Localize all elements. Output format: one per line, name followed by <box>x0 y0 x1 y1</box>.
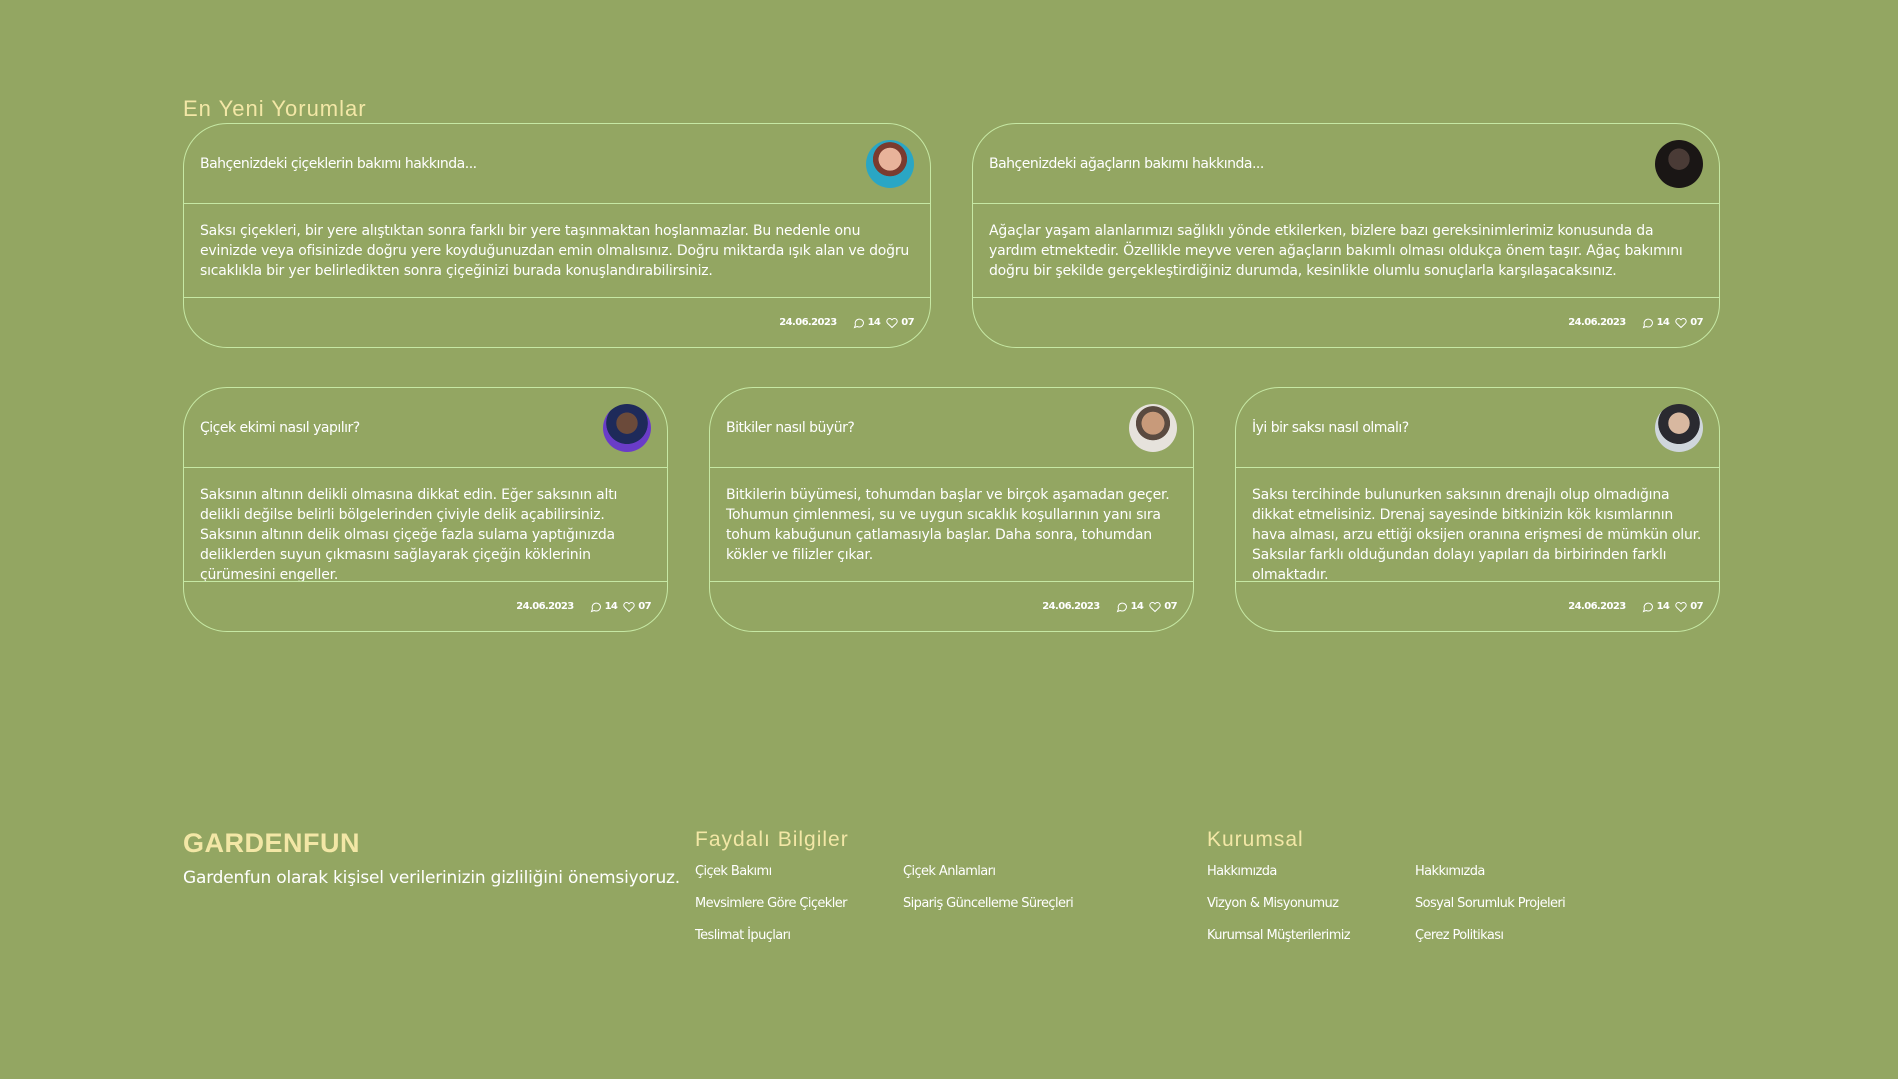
comment-count[interactable]: 14 <box>1642 317 1670 329</box>
comment-count[interactable]: 14 <box>1642 601 1670 613</box>
avatar <box>1655 403 1703 452</box>
card-date: 24.06.2023 <box>1042 601 1100 612</box>
comments-row-2: Çiçek ekimi nasıl yapılır? Saksının altı… <box>183 387 1720 632</box>
like-count-value: 07 <box>1690 317 1703 328</box>
card-date: 24.06.2023 <box>779 317 837 328</box>
footer-link-teslimat-ipuclari[interactable]: Teslimat İpuçları <box>695 928 791 943</box>
card-title[interactable]: Bahçenizdeki ağaçların bakımı hakkında..… <box>989 156 1264 172</box>
card-header: Bahçenizdeki ağaçların bakımı hakkında..… <box>973 124 1719 204</box>
comment-count-value: 14 <box>867 317 881 328</box>
card-footer: 24.06.2023 14 07 <box>973 297 1719 347</box>
card-footer: 24.06.2023 14 07 <box>710 581 1193 631</box>
card-header: Bahçenizdeki çiçeklerin bakımı hakkında.… <box>184 124 930 204</box>
comments-row-1: Bahçenizdeki çiçeklerin bakımı hakkında.… <box>183 123 1720 348</box>
comment-card[interactable]: İyi bir saksı nasıl olmalı? Saksı tercih… <box>1235 387 1720 632</box>
heart-icon <box>1675 317 1687 328</box>
footer-link-hakkimizda[interactable]: Hakkımızda <box>1207 864 1277 879</box>
card-title[interactable]: İyi bir saksı nasıl olmalı? <box>1252 420 1409 436</box>
footer-link-vizyon-misyon[interactable]: Vizyon & Misyonumuz <box>1207 896 1339 911</box>
comment-count-value: 14 <box>1130 601 1144 612</box>
footer-link-siparis-guncelleme[interactable]: Sipariş Güncelleme Süreçleri <box>903 896 1074 911</box>
card-footer: 24.06.2023 14 07 <box>184 297 930 347</box>
comment-icon <box>853 318 864 328</box>
like-count[interactable]: 07 <box>623 601 652 613</box>
footer-link-sosyal-sorumluluk[interactable]: Sosyal Sorumluk Projeleri <box>1415 896 1566 911</box>
heart-icon <box>623 601 635 612</box>
avatar <box>603 403 651 452</box>
card-title[interactable]: Bitkiler nasıl büyür? <box>726 420 855 436</box>
card-title[interactable]: Bahçenizdeki çiçeklerin bakımı hakkında.… <box>200 156 477 172</box>
footer-link-cicek-anlamlari[interactable]: Çiçek Anlamları <box>903 864 996 879</box>
card-date: 24.06.2023 <box>516 601 574 612</box>
card-header: Bitkiler nasıl büyür? <box>710 388 1193 468</box>
like-count-value: 07 <box>1690 601 1703 612</box>
card-text: Saksı çiçekleri, bir yere alıştıktan son… <box>200 223 910 279</box>
comment-count-value: 14 <box>1656 317 1670 328</box>
card-header: Çiçek ekimi nasıl yapılır? <box>184 388 667 468</box>
card-text: Bitkilerin büyümesi, tohumdan başlar ve … <box>726 487 1170 563</box>
comment-icon <box>1116 602 1127 612</box>
section-title: En Yeni Yorumlar <box>183 96 367 121</box>
footer-column-title: Faydalı Bilgiler <box>695 828 849 851</box>
footer-link-hakkimizda-2[interactable]: Hakkımızda <box>1415 864 1485 879</box>
footer-brand-logo[interactable]: GARDENFUN <box>183 828 360 859</box>
comment-count[interactable]: 14 <box>1116 601 1144 613</box>
like-count-value: 07 <box>638 601 651 612</box>
card-text: Saksı tercihinde bulunurken saksının dre… <box>1252 487 1702 583</box>
like-count-value: 07 <box>901 317 914 328</box>
avatar <box>1129 403 1177 452</box>
comment-icon <box>1642 318 1653 328</box>
like-count[interactable]: 07 <box>1149 601 1178 613</box>
card-date: 24.06.2023 <box>1568 317 1626 328</box>
footer-column-title: Kurumsal <box>1207 828 1304 851</box>
comment-count-value: 14 <box>1656 601 1670 612</box>
comment-count-value: 14 <box>604 601 618 612</box>
card-footer: 24.06.2023 14 07 <box>1236 581 1719 631</box>
avatar <box>1655 139 1703 188</box>
heart-icon <box>1149 601 1161 612</box>
footer-link-kurumsal-musteriler[interactable]: Kurumsal Müşterilerimiz <box>1207 928 1351 943</box>
card-title[interactable]: Çiçek ekimi nasıl yapılır? <box>200 420 360 436</box>
card-text: Ağaçlar yaşam alanlarımızı sağlıklı yönd… <box>989 223 1683 279</box>
comment-count[interactable]: 14 <box>590 601 618 613</box>
card-text: Saksının altının delikli olmasına dikkat… <box>200 487 618 583</box>
comment-card[interactable]: Bahçenizdeki çiçeklerin bakımı hakkında.… <box>183 123 931 348</box>
footer-description: Gardenfun olarak kişisel verilerinizin g… <box>183 868 680 888</box>
card-date: 24.06.2023 <box>1568 601 1626 612</box>
comment-icon <box>590 602 601 612</box>
like-count[interactable]: 07 <box>886 317 915 329</box>
like-count[interactable]: 07 <box>1675 601 1704 613</box>
comment-icon <box>1642 602 1653 612</box>
comment-card[interactable]: Çiçek ekimi nasıl yapılır? Saksının altı… <box>183 387 668 632</box>
footer-column-faydali: Faydalı Bilgiler Çiçek Bakımı Çiçek Anla… <box>695 828 1074 943</box>
comment-card[interactable]: Bahçenizdeki ağaçların bakımı hakkında..… <box>972 123 1720 348</box>
comment-card[interactable]: Bitkiler nasıl büyür? Bitkilerin büyümes… <box>709 387 1194 632</box>
card-footer: 24.06.2023 14 07 <box>184 581 667 631</box>
footer-column-kurumsal: Kurumsal Hakkımızda Hakkımızda Vizyon & … <box>1207 828 1566 943</box>
heart-icon <box>1675 601 1687 612</box>
avatar <box>866 139 914 188</box>
like-count-value: 07 <box>1164 601 1177 612</box>
footer-link-cerez-politikasi[interactable]: Çerez Politikası <box>1415 928 1504 943</box>
heart-icon <box>886 317 898 328</box>
footer-link-cicek-bakimi[interactable]: Çiçek Bakımı <box>695 864 772 879</box>
footer-link-mevsimlere-gore[interactable]: Mevsimlere Göre Çiçekler <box>695 896 847 911</box>
card-header: İyi bir saksı nasıl olmalı? <box>1236 388 1719 468</box>
comment-count[interactable]: 14 <box>853 317 881 329</box>
like-count[interactable]: 07 <box>1675 317 1704 329</box>
